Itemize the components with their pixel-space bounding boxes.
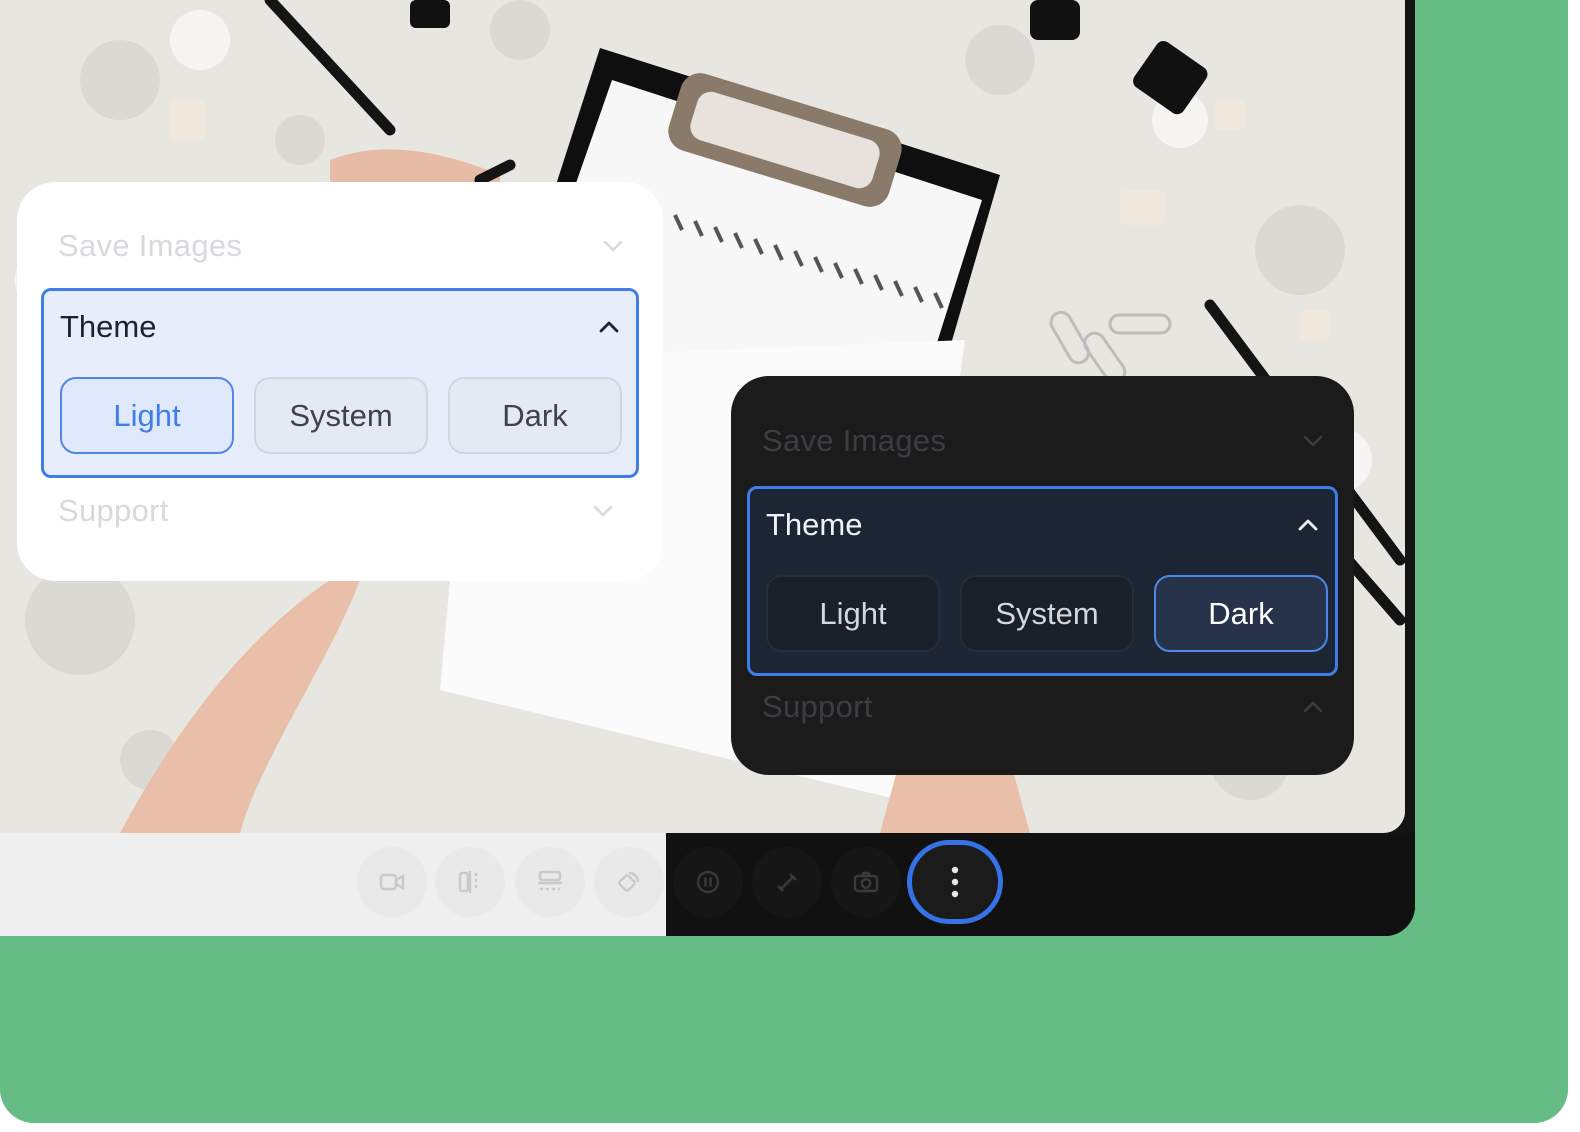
theme-header[interactable]: Theme xyxy=(766,507,1319,543)
theme-option-system[interactable]: System xyxy=(960,575,1134,652)
settings-panel-light: Save Images Theme Light System Dark Supp… xyxy=(17,182,663,581)
rotate-icon xyxy=(618,871,640,892)
video-button[interactable] xyxy=(357,847,427,917)
more-options-button[interactable] xyxy=(907,840,1003,924)
pause-button[interactable] xyxy=(673,847,743,917)
support-row[interactable]: Support xyxy=(58,493,614,529)
save-images-row[interactable]: Save Images xyxy=(58,228,624,264)
theme-options: Light System Dark xyxy=(60,377,622,454)
support-label: Support xyxy=(762,689,873,724)
theme-options: Light System Dark xyxy=(766,575,1328,652)
theme-section: Theme Light System Dark xyxy=(747,486,1338,676)
theme-section: Theme Light System Dark xyxy=(41,288,639,478)
more-vertical-icon xyxy=(951,866,959,898)
theme-option-light[interactable]: Light xyxy=(60,377,234,454)
theme-header[interactable]: Theme xyxy=(60,309,620,345)
split-horizontal-button[interactable] xyxy=(515,847,585,917)
support-label: Support xyxy=(58,493,169,528)
brush-icon xyxy=(777,873,797,892)
split-horizontal-icon xyxy=(538,870,562,891)
save-images-label: Save Images xyxy=(58,228,243,263)
split-vertical-icon xyxy=(458,871,478,893)
rotate-button[interactable] xyxy=(594,847,664,917)
video-icon xyxy=(379,873,405,891)
brush-button[interactable] xyxy=(752,847,822,917)
support-row[interactable]: Support xyxy=(762,689,1324,725)
theme-option-dark[interactable]: Dark xyxy=(448,377,622,454)
camera-button[interactable] xyxy=(831,847,901,917)
save-images-row[interactable]: Save Images xyxy=(762,423,1324,459)
chevron-down-icon xyxy=(593,505,613,517)
theme-label: Theme xyxy=(766,507,863,542)
split-vertical-button[interactable] xyxy=(435,847,505,917)
chevron-up-icon xyxy=(1303,701,1323,713)
theme-option-system[interactable]: System xyxy=(254,377,428,454)
theme-option-light[interactable]: Light xyxy=(766,575,940,652)
chevron-up-icon xyxy=(599,321,619,333)
chevron-down-icon xyxy=(1303,435,1323,447)
settings-panel-dark: Save Images Theme Light System Dark Supp… xyxy=(731,376,1354,775)
chevron-down-icon xyxy=(603,240,623,252)
pause-icon xyxy=(696,870,720,894)
camera-icon xyxy=(853,871,879,893)
theme-label: Theme xyxy=(60,309,157,344)
theme-option-dark[interactable]: Dark xyxy=(1154,575,1328,652)
save-images-label: Save Images xyxy=(762,423,947,458)
chevron-up-icon xyxy=(1298,519,1318,531)
